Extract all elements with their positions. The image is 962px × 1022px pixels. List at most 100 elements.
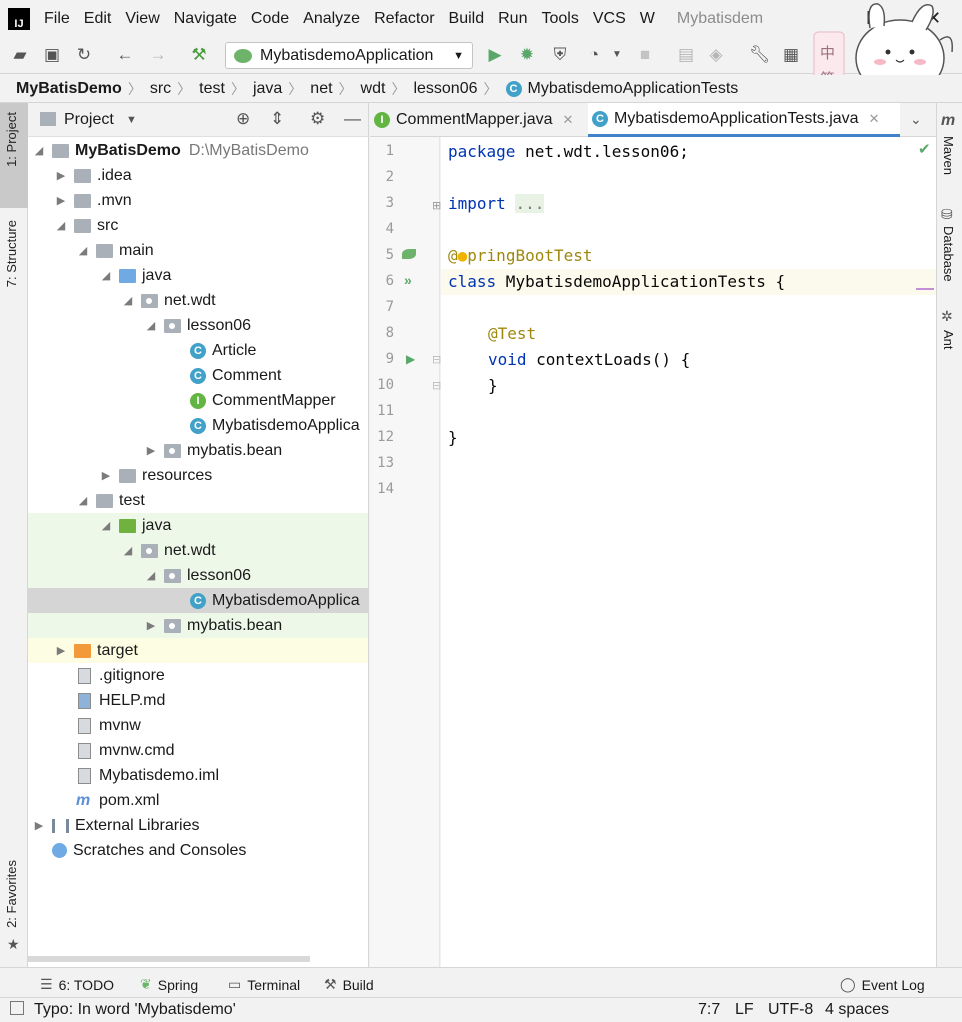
tree-node-resources[interactable]: ▶ resources <box>28 463 368 488</box>
tool-button-spring[interactable]: ❦ Spring <box>140 976 198 993</box>
menu-edit[interactable]: Edit <box>84 10 112 28</box>
profile-dropdown-icon[interactable]: ▼ <box>607 45 627 65</box>
tree-node-test-java[interactable]: ◢ java <box>28 513 368 538</box>
tree-node-main-net-wdt[interactable]: ◢ net.wdt <box>28 288 368 313</box>
breadcrumb-item-wdt[interactable]: wdt <box>361 80 386 98</box>
breadcrumb-item-lesson06[interactable]: lesson06 <box>413 80 477 98</box>
breadcrumb-item-src[interactable]: src <box>150 80 171 98</box>
lightbulb-icon[interactable]: ● <box>458 246 468 265</box>
tree-node-mvn[interactable]: ▶ .mvn <box>28 188 368 213</box>
open-folder-icon[interactable]: ▰ <box>10 45 30 65</box>
sync-icon[interactable]: ↻ <box>74 45 94 65</box>
tree-node-external-libraries[interactable]: ▶ External Libraries <box>28 813 368 838</box>
menu-build[interactable]: Build <box>449 10 485 28</box>
tree-node-main-lesson06[interactable]: ◢ lesson06 <box>28 313 368 338</box>
project-structure-icon[interactable]: ▦ <box>781 45 801 65</box>
stop-icon[interactable]: ■ <box>635 45 655 65</box>
tree-node-mvnw-cmd[interactable]: mvnw.cmd <box>28 738 368 763</box>
tree-node-main-mybatis-bean[interactable]: ▶ mybatis.bean <box>28 438 368 463</box>
tree-node-pom[interactable]: m pom.xml <box>28 788 368 813</box>
menu-navigate[interactable]: Navigate <box>174 10 237 28</box>
tree-node-test-mybatis-bean[interactable]: ▶ mybatis.bean <box>28 613 368 638</box>
attach-debugger-icon[interactable]: ▤ <box>676 45 696 65</box>
indent-setting[interactable]: 4 spaces <box>825 1001 889 1019</box>
breadcrumb-item-project[interactable]: MyBatisDemo <box>16 80 122 98</box>
settings-wrench-icon[interactable]: 🔧︎ <box>749 45 771 65</box>
tree-node-comment[interactable]: C Comment <box>28 363 368 388</box>
tree-node-test-application[interactable]: C MybatisdemoApplica <box>28 588 368 613</box>
back-arrow-icon[interactable]: ← <box>115 45 135 65</box>
line-separator[interactable]: LF <box>735 1001 754 1019</box>
tool-tab-maven[interactable]: Maven <box>941 136 956 175</box>
menu-view[interactable]: View <box>125 10 159 28</box>
update-icon[interactable]: ◈ <box>706 45 726 65</box>
menu-refactor[interactable]: Refactor <box>374 10 434 28</box>
folded-imports[interactable]: ... <box>515 194 545 213</box>
menu-window[interactable]: W <box>640 10 655 28</box>
close-icon[interactable]: ✕ <box>869 111 880 127</box>
menu-code[interactable]: Code <box>251 10 289 28</box>
horizontal-scrollbar[interactable] <box>28 956 310 962</box>
menu-vcs[interactable]: VCS <box>593 10 626 28</box>
debug-bug-icon[interactable]: ✹ <box>517 45 537 65</box>
tool-button-event-log[interactable]: ◯ Event Log <box>840 976 925 993</box>
menu-tools[interactable]: Tools <box>541 10 578 28</box>
chevron-down-icon[interactable]: ⌄ <box>910 111 922 128</box>
gear-icon[interactable]: ⚙ <box>310 109 325 129</box>
toggle-tool-windows-icon[interactable] <box>10 1001 24 1015</box>
tree-node-idea[interactable]: ▶ .idea <box>28 163 368 188</box>
tab-comment-mapper[interactable]: I CommentMapper.java ✕ <box>370 103 582 137</box>
save-icon[interactable]: ▣ <box>42 45 62 65</box>
tool-tab-project[interactable]: 1: Project <box>4 112 19 167</box>
fold-expand-icon[interactable]: ⊞ <box>432 199 441 212</box>
tree-node-test-net-wdt[interactable]: ◢ net.wdt <box>28 538 368 563</box>
fold-end-icon[interactable]: ⊟ <box>432 379 441 392</box>
tool-tab-structure[interactable]: 7: Structure <box>4 220 19 287</box>
tool-tab-database[interactable]: Database <box>941 226 956 282</box>
run-test-icon[interactable]: ▶ <box>406 352 415 366</box>
status-message[interactable]: Typo: In word 'Mybatisdemo' <box>34 1001 236 1019</box>
tree-node-test[interactable]: ◢ test <box>28 488 368 513</box>
tool-tab-favorites[interactable]: 2: Favorites <box>4 860 19 928</box>
fold-collapse-icon[interactable]: ⊟ <box>432 353 441 366</box>
tree-node-comment-mapper[interactable]: I CommentMapper <box>28 388 368 413</box>
chevron-down-icon[interactable]: ▼ <box>126 114 137 126</box>
tree-node-help-md[interactable]: HELP.md <box>28 688 368 713</box>
profile-icon[interactable]: ◔ <box>584 45 604 65</box>
tree-node-test-lesson06[interactable]: ◢ lesson06 <box>28 563 368 588</box>
run-configuration-select[interactable]: MybatisdemoApplication ▼ <box>225 42 473 69</box>
tree-node-main-java[interactable]: ◢ java <box>28 263 368 288</box>
run-icon[interactable]: ▶ <box>485 45 505 65</box>
checkmark-icon[interactable]: ✔ <box>918 140 931 158</box>
breadcrumb-item-java[interactable]: java <box>253 80 282 98</box>
file-encoding[interactable]: UTF-8 <box>768 1001 813 1019</box>
tool-button-terminal[interactable]: ▭ Terminal <box>228 976 300 993</box>
hide-minimize-icon[interactable]: — <box>344 109 361 129</box>
tree-node-root[interactable]: ◢ MyBatisDemo D:\MyBatisDemo <box>28 138 368 163</box>
tool-button-todo[interactable]: ☰ 6: TODO <box>40 976 114 993</box>
tree-node-main-application[interactable]: C MybatisdemoApplica <box>28 413 368 438</box>
breadcrumb-item-net[interactable]: net <box>310 80 332 98</box>
close-icon[interactable]: ✕ <box>563 112 574 128</box>
build-hammer-icon[interactable]: ⚒ <box>189 45 209 65</box>
menu-run[interactable]: Run <box>498 10 527 28</box>
tree-node-target[interactable]: ▶ target <box>28 638 368 663</box>
error-stripe-mark[interactable] <box>916 288 934 290</box>
tree-node-iml[interactable]: Mybatisdemo.iml <box>28 763 368 788</box>
coverage-icon[interactable]: ⛨ <box>550 45 570 65</box>
menu-file[interactable]: File <box>44 10 70 28</box>
tool-button-build[interactable]: ⚒ Build <box>324 976 374 993</box>
breadcrumb-item-class[interactable]: MybatisdemoApplicationTests <box>528 80 739 98</box>
collapse-all-icon[interactable]: ⇕ <box>270 109 284 129</box>
tree-node-gitignore[interactable]: .gitignore <box>28 663 368 688</box>
tool-tab-ant[interactable]: Ant <box>941 330 956 350</box>
tree-node-src[interactable]: ◢ src <box>28 213 368 238</box>
breadcrumb-item-test[interactable]: test <box>199 80 225 98</box>
tab-mybatisdemo-application-tests[interactable]: C MybatisdemoApplicationTests.java ✕ <box>588 103 900 137</box>
tree-node-mvnw[interactable]: mvnw <box>28 713 368 738</box>
project-panel-title[interactable]: Project <box>64 111 114 129</box>
tree-node-main[interactable]: ◢ main <box>28 238 368 263</box>
forward-arrow-icon[interactable]: → <box>148 45 168 65</box>
tree-node-scratches[interactable]: Scratches and Consoles <box>28 838 368 863</box>
caret-position[interactable]: 7:7 <box>698 1001 720 1019</box>
